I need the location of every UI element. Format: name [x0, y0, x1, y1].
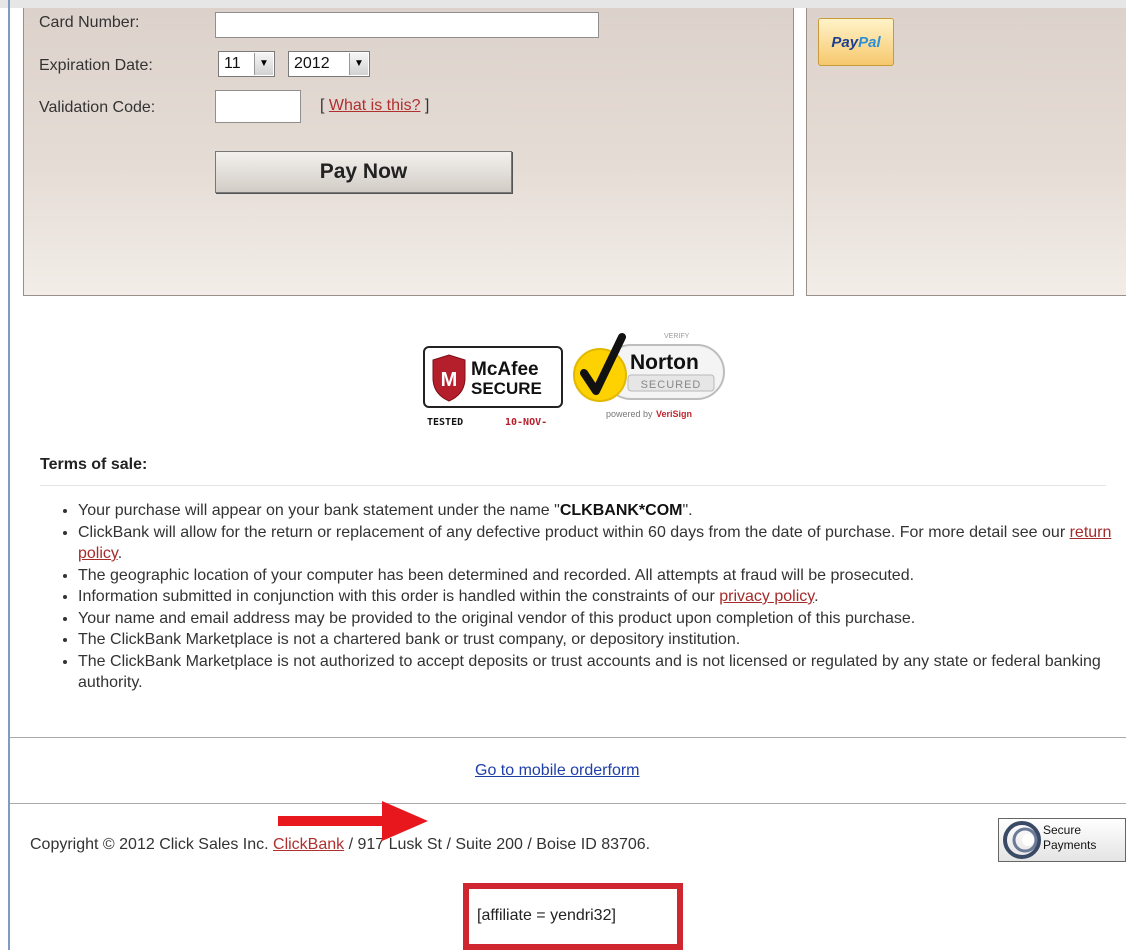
norton-verify: VERIFY	[664, 333, 690, 340]
exp-year-value: 2012	[294, 55, 330, 72]
term-text: ClickBank will allow for the return or r…	[78, 523, 1070, 541]
verisign-name: VeriSign	[656, 409, 692, 419]
bracket-open: [	[320, 97, 329, 114]
top-strip	[0, 0, 1126, 8]
paypal-logo-pay: Pay	[831, 33, 859, 51]
alt-payment-panel: Pay Pal	[806, 8, 1126, 296]
paypal-button[interactable]: Pay Pal	[818, 18, 894, 66]
payments-line: Payments	[1043, 838, 1097, 852]
exp-month-value: 11	[224, 55, 241, 72]
secure-line: Secure	[1043, 823, 1082, 837]
term-text: .	[814, 588, 819, 605]
terms-list: Your purchase will appear on your bank s…	[50, 500, 1126, 694]
list-item: ClickBank will allow for the return or r…	[78, 522, 1126, 565]
terms-title: Terms of sale:	[40, 456, 148, 473]
exp-year-select[interactable]: 2012 ▼	[288, 51, 370, 77]
divider	[10, 803, 1126, 804]
left-border	[8, 0, 10, 950]
annotation-arrow-icon	[278, 801, 428, 841]
norton-secured-badge[interactable]: VERIFY Norton SECURED powered by VeriSig…	[570, 327, 728, 427]
validation-code-input[interactable]	[215, 90, 301, 123]
bracket-close: ]	[420, 97, 430, 114]
payment-form: Card Number: Expiration Date: 11 ▼ 2012 …	[23, 8, 794, 296]
expiration-date-label: Expiration Date:	[39, 57, 153, 74]
pay-now-button[interactable]: Pay Now	[215, 151, 512, 193]
validation-code-label: Validation Code:	[39, 99, 156, 116]
divider	[10, 737, 1126, 738]
copyright-text: Copyright © 2012 Click Sales Inc.	[30, 836, 274, 853]
term-text: .	[117, 545, 123, 562]
paypal-logo-pal: Pal	[858, 33, 881, 51]
norton-name: Norton	[630, 351, 699, 374]
norton-powered-by: powered by	[606, 409, 653, 419]
secure-payments-badge[interactable]: Secure Payments	[998, 818, 1126, 862]
chevron-down-icon: ▼	[254, 53, 273, 75]
exp-month-select[interactable]: 11 ▼	[218, 51, 275, 77]
mobile-orderform-link[interactable]: Go to mobile orderform	[475, 762, 640, 780]
mcafee-m-letter: M	[441, 369, 458, 391]
mcafee-tested: TESTED	[427, 417, 463, 428]
list-item: Information submitted in conjunction wit…	[78, 586, 1126, 608]
secure-payments-text: Secure Payments	[1043, 823, 1096, 853]
term-text: Information submitted in conjunction wit…	[78, 588, 720, 605]
list-item: The ClickBank Marketplace is not a chart…	[78, 629, 1126, 651]
mcafee-name: McAfee	[471, 359, 539, 380]
term-text: ".	[682, 502, 693, 519]
term-text: Your purchase will appear on your bank s…	[78, 502, 560, 519]
card-number-input[interactable]	[215, 12, 599, 38]
list-item: Your name and email address may be provi…	[78, 608, 1126, 630]
what-is-this-link[interactable]: What is this?	[329, 97, 421, 114]
list-item: Your purchase will appear on your bank s…	[78, 500, 1126, 522]
card-number-label: Card Number:	[39, 14, 140, 31]
terms-divider	[40, 485, 1106, 486]
secure-payments-logo-icon	[1003, 821, 1041, 859]
statement-name: CLKBANK*COM	[559, 502, 683, 519]
chevron-down-icon: ▼	[349, 53, 368, 75]
list-item: The geographic location of your computer…	[78, 565, 1126, 587]
norton-secured: SECURED	[641, 379, 702, 391]
affiliate-text: [affiliate = yendri32]	[477, 907, 616, 924]
privacy-policy-link[interactable]: privacy policy	[719, 588, 814, 605]
mcafee-secure-text: SECURE	[471, 379, 542, 398]
what-is-this: [ What is this? ]	[320, 97, 429, 115]
mcafee-date: 10-NOV-	[505, 417, 547, 428]
mcafee-secure-badge[interactable]: M McAfee SECURE TESTED 10-NOV-	[423, 346, 563, 428]
list-item: The ClickBank Marketplace is not authori…	[78, 651, 1126, 694]
